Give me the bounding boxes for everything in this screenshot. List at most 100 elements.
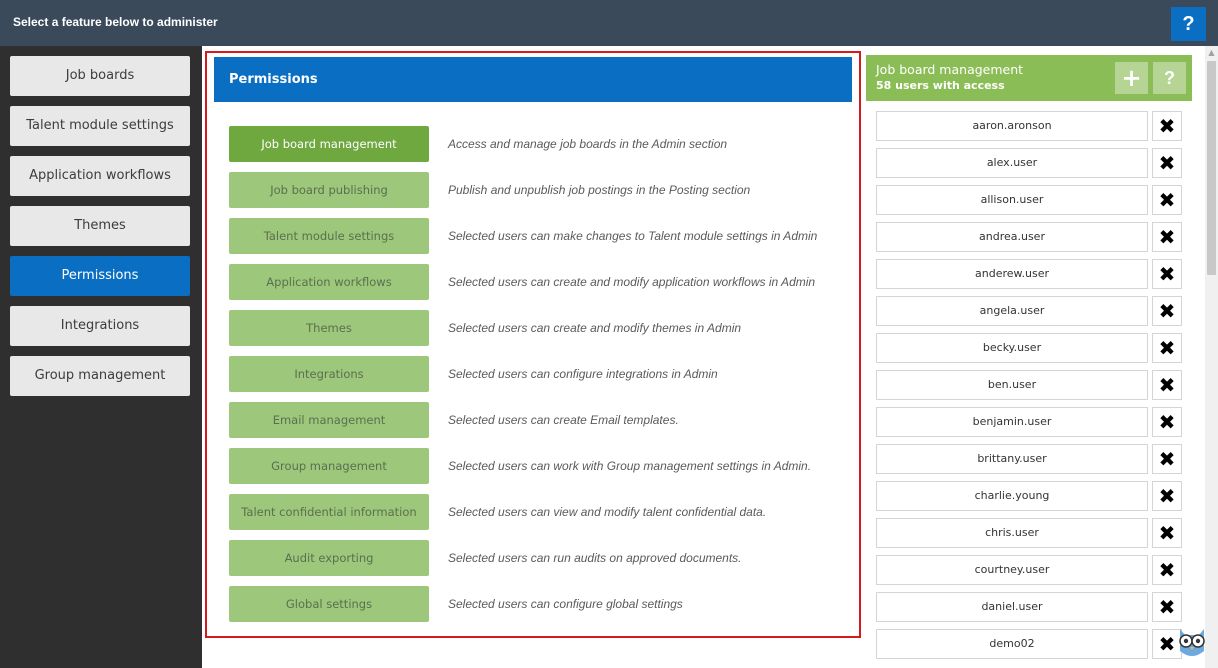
user-row: anderew.user ✖	[876, 259, 1182, 289]
sidebar-item-permissions[interactable]: Permissions	[10, 256, 190, 296]
sidebar-item-group-management[interactable]: Group management	[10, 356, 190, 396]
user-name: chris.user	[876, 518, 1148, 548]
permission-description: Selected users can configure global sett…	[448, 597, 683, 611]
permissions-title: Permissions	[214, 57, 852, 102]
remove-user-button[interactable]: ✖	[1152, 444, 1182, 474]
remove-user-button[interactable]: ✖	[1152, 518, 1182, 548]
user-name: andrea.user	[876, 222, 1148, 252]
permission-button-group-management[interactable]: Group management	[229, 448, 429, 484]
remove-user-button[interactable]: ✖	[1152, 481, 1182, 511]
permission-description: Access and manage job boards in the Admi…	[448, 137, 728, 151]
sidebar-item-application-workflows[interactable]: Application workflows	[10, 156, 190, 196]
close-icon: ✖	[1158, 447, 1176, 471]
sidebar-item-job-boards[interactable]: Job boards	[10, 56, 190, 96]
permission-description: Publish and unpublish job postings in th…	[448, 183, 751, 197]
close-icon: ✖	[1158, 558, 1176, 582]
permission-button-email-management[interactable]: Email management	[229, 402, 429, 438]
permissions-panel: Permissions Job board management Access …	[205, 51, 861, 638]
permission-button-job-board-management[interactable]: Job board management	[229, 126, 429, 162]
permission-row: Talent module settings Selected users ca…	[229, 218, 849, 254]
permission-button-talent-module-settings[interactable]: Talent module settings	[229, 218, 429, 254]
close-icon: ✖	[1158, 262, 1176, 286]
users-help-button[interactable]: ?	[1153, 62, 1186, 94]
permission-row: Job board management Access and manage j…	[229, 126, 849, 162]
close-icon: ✖	[1158, 151, 1176, 175]
user-row: ben.user ✖	[876, 370, 1182, 400]
remove-user-button[interactable]: ✖	[1152, 296, 1182, 326]
close-icon: ✖	[1158, 336, 1176, 360]
question-icon: ?	[1164, 68, 1175, 88]
permission-button-job-board-publishing[interactable]: Job board publishing	[229, 172, 429, 208]
permission-row: Global settings Selected users can confi…	[229, 586, 849, 622]
remove-user-button[interactable]: ✖	[1152, 185, 1182, 215]
page-instruction: Select a feature below to administer	[13, 15, 218, 29]
user-row: aaron.aronson ✖	[876, 111, 1182, 141]
remove-user-button[interactable]: ✖	[1152, 592, 1182, 622]
user-row: courtney.user ✖	[876, 555, 1182, 585]
user-name: ben.user	[876, 370, 1148, 400]
user-row: angela.user ✖	[876, 296, 1182, 326]
permission-button-talent-confidential-information[interactable]: Talent confidential information	[229, 494, 429, 530]
user-name: demo02	[876, 629, 1148, 659]
permission-description: Selected users can create Email template…	[448, 413, 679, 427]
close-icon: ✖	[1158, 188, 1176, 212]
user-row: allison.user ✖	[876, 185, 1182, 215]
page-scrollbar[interactable]: ▲	[1205, 46, 1218, 668]
close-icon: ✖	[1158, 484, 1176, 508]
sidebar-item-integrations[interactable]: Integrations	[10, 306, 190, 346]
user-name: becky.user	[876, 333, 1148, 363]
user-name: charlie.young	[876, 481, 1148, 511]
user-row: alex.user ✖	[876, 148, 1182, 178]
scrollbar-thumb[interactable]	[1207, 61, 1216, 275]
sidebar-item-talent-module-settings[interactable]: Talent module settings	[10, 106, 190, 146]
permission-row: Themes Selected users can create and mod…	[229, 310, 849, 346]
scroll-up-arrow-icon[interactable]: ▲	[1205, 46, 1218, 59]
user-row: benjamin.user ✖	[876, 407, 1182, 437]
permission-description: Selected users can configure integration…	[448, 367, 718, 381]
permission-description: Selected users can create and modify app…	[448, 275, 816, 289]
permission-row: Talent confidential information Selected…	[229, 494, 849, 530]
remove-user-button[interactable]: ✖	[1152, 222, 1182, 252]
user-name: benjamin.user	[876, 407, 1148, 437]
user-row: chris.user ✖	[876, 518, 1182, 548]
add-user-button[interactable]: +	[1115, 62, 1148, 94]
permission-button-audit-exporting[interactable]: Audit exporting	[229, 540, 429, 576]
user-row: demo02 ✖	[876, 629, 1182, 659]
user-name: daniel.user	[876, 592, 1148, 622]
permission-row: Job board publishing Publish and unpubli…	[229, 172, 849, 208]
user-name: brittany.user	[876, 444, 1148, 474]
remove-user-button[interactable]: ✖	[1152, 148, 1182, 178]
remove-user-button[interactable]: ✖	[1152, 259, 1182, 289]
owl-helper-icon[interactable]	[1172, 621, 1212, 661]
permission-button-application-workflows[interactable]: Application workflows	[229, 264, 429, 300]
user-row: becky.user ✖	[876, 333, 1182, 363]
sidebar-item-themes[interactable]: Themes	[10, 206, 190, 246]
user-row: charlie.young ✖	[876, 481, 1182, 511]
remove-user-button[interactable]: ✖	[1152, 111, 1182, 141]
permission-description: Selected users can create and modify the…	[448, 321, 742, 335]
top-bar: Select a feature below to administer ?	[0, 0, 1218, 46]
permission-row: Integrations Selected users can configur…	[229, 356, 849, 392]
permission-button-global-settings[interactable]: Global settings	[229, 586, 429, 622]
user-name: alex.user	[876, 148, 1148, 178]
remove-user-button[interactable]: ✖	[1152, 370, 1182, 400]
help-button[interactable]: ?	[1171, 7, 1206, 41]
permission-button-integrations[interactable]: Integrations	[229, 356, 429, 392]
permission-row: Email management Selected users can crea…	[229, 402, 849, 438]
plus-icon: +	[1121, 64, 1142, 92]
permission-row: Audit exporting Selected users can run a…	[229, 540, 849, 576]
remove-user-button[interactable]: ✖	[1152, 407, 1182, 437]
close-icon: ✖	[1158, 595, 1176, 619]
close-icon: ✖	[1158, 373, 1176, 397]
sidebar: Job boards Talent module settings Applic…	[0, 46, 202, 668]
permission-button-themes[interactable]: Themes	[229, 310, 429, 346]
permission-description: Selected users can run audits on approve…	[448, 551, 742, 565]
user-name: angela.user	[876, 296, 1148, 326]
remove-user-button[interactable]: ✖	[1152, 333, 1182, 363]
close-icon: ✖	[1158, 114, 1176, 138]
permission-description: Selected users can view and modify talen…	[448, 505, 767, 519]
user-name: aaron.aronson	[876, 111, 1148, 141]
users-count: 58 users with access	[876, 79, 1005, 92]
permission-description: Selected users can make changes to Talen…	[448, 229, 818, 243]
remove-user-button[interactable]: ✖	[1152, 555, 1182, 585]
